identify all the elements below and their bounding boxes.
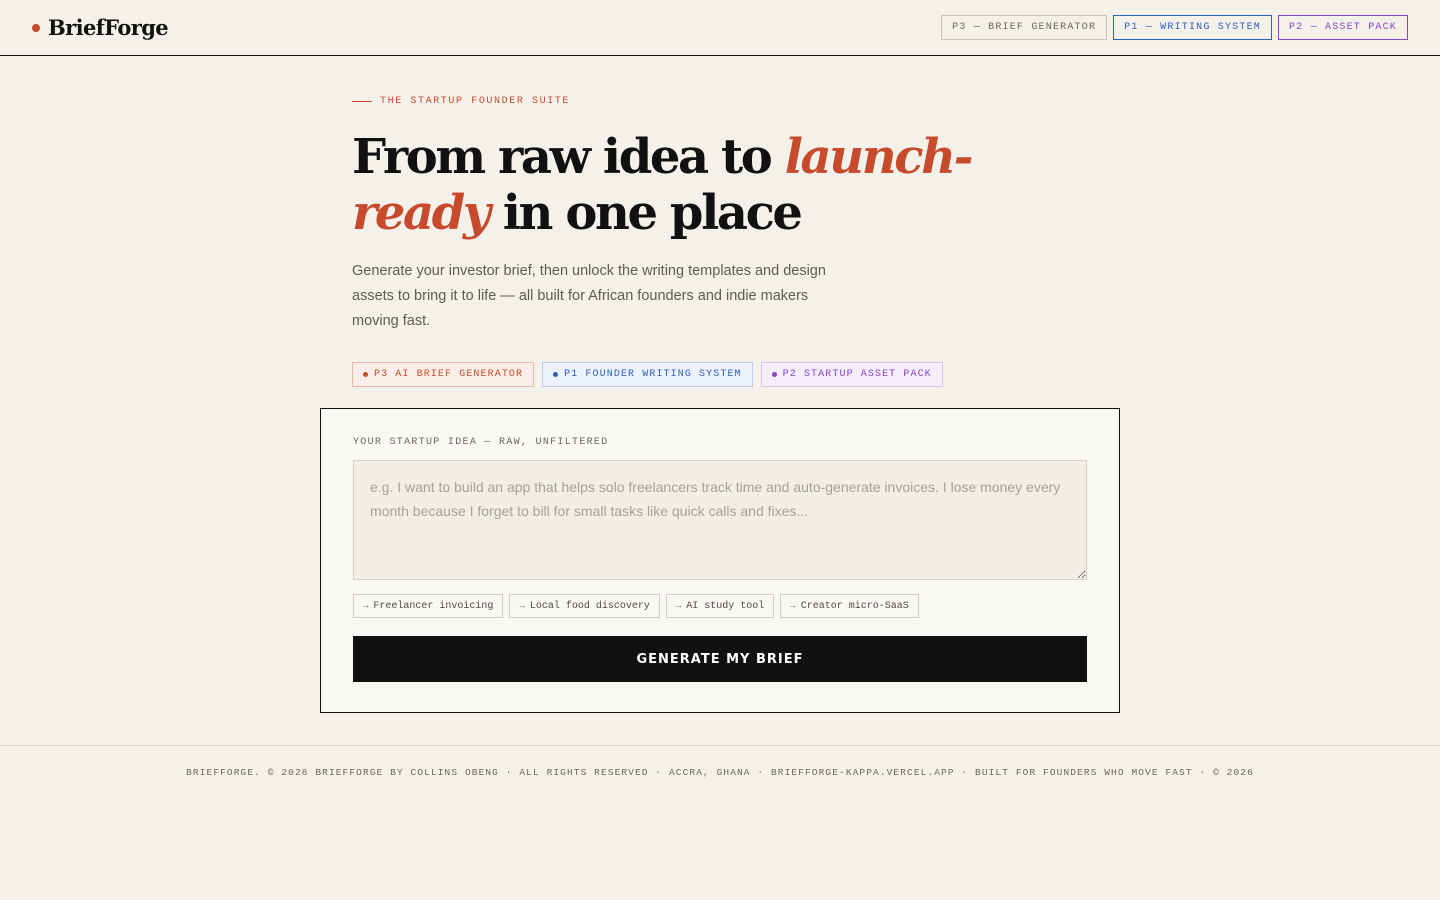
footer: BRIEFFORGE. © 2026 BRIEFFORGE BY COLLINS… [0,745,1440,778]
example-chips: → Freelancer invoicing → Local food disc… [353,594,1087,618]
arrow-right-icon: → [675,601,682,611]
tag-label: P2 STARTUP ASSET PACK [782,369,932,380]
tag-label: P3 AI BRIEF GENERATOR [374,369,524,380]
eyebrow-text: THE STARTUP FOUNDER SUITE [380,96,571,107]
hero-description: Generate your investor brief, then unloc… [352,263,826,329]
top-bar: BriefForge P3 — BRIEF GENERATOR P1 — WRI… [0,0,1440,56]
tag-dot-icon [771,372,777,377]
chip-label: Creator micro-SaaS [800,600,909,612]
brand-name: BriefForge [48,15,169,40]
eyebrow-line-icon [352,101,372,102]
nav-writing-system-button[interactable]: P1 — WRITING SYSTEM [1113,15,1272,40]
tag-dot-icon [363,372,368,377]
idea-field-label: YOUR STARTUP IDEA — RAW, UNFILTERED [353,437,609,448]
arrow-right-icon: → [363,601,369,611]
tag-label: P1 FOUNDER WRITING SYSTEM [564,369,742,380]
tag-writing-system[interactable]: P1 FOUNDER WRITING SYSTEM [542,362,753,387]
brand-dot-icon [32,23,40,32]
arrow-right-icon: → [790,601,796,611]
product-tags: P3 AI BRIEF GENERATOR P1 FOUNDER WRITING… [352,362,1092,387]
tag-asset-pack[interactable]: P2 STARTUP ASSET PACK [760,362,943,387]
chip-label: AI study tool [686,600,765,612]
chip-label: Freelancer invoicing [373,600,494,612]
example-chip-creator-micro-saas[interactable]: → Creator micro-SaaS [780,594,919,618]
headline-before: From raw idea to [352,129,785,185]
hero-eyebrow: THE STARTUP FOUNDER SUITE [352,96,1092,107]
chip-label: Local food discovery [529,600,650,612]
example-chip-freelancer-invoicing[interactable]: → Freelancer invoicing [353,594,504,618]
brand-logo[interactable]: BriefForge [32,15,169,40]
tag-dot-icon [553,372,559,377]
page-title: From raw idea to launch-ready in one pla… [352,129,1092,241]
footer-text: BRIEFFORGE. © 2026 BRIEFFORGE BY COLLINS… [186,767,1254,778]
idea-form-card: YOUR STARTUP IDEA — RAW, UNFILTERED → Fr… [320,408,1120,713]
top-nav: P3 — BRIEF GENERATOR P1 — WRITING SYSTEM… [941,15,1408,40]
tag-brief-generator[interactable]: P3 AI BRIEF GENERATOR [352,362,535,387]
example-chip-local-food-discovery[interactable]: → Local food discovery [509,594,660,618]
headline-after: in one place [488,185,803,241]
hero-section: THE STARTUP FOUNDER SUITE From raw idea … [352,96,1092,387]
example-chip-ai-study-tool[interactable]: → AI study tool [665,594,775,618]
arrow-right-icon: → [519,601,525,611]
nav-brief-generator-button[interactable]: P3 — BRIEF GENERATOR [941,15,1108,40]
nav-asset-pack-button[interactable]: P2 — ASSET PACK [1277,15,1408,40]
idea-input[interactable] [353,460,1087,580]
generate-brief-button[interactable]: GENERATE MY BRIEF [353,636,1087,682]
